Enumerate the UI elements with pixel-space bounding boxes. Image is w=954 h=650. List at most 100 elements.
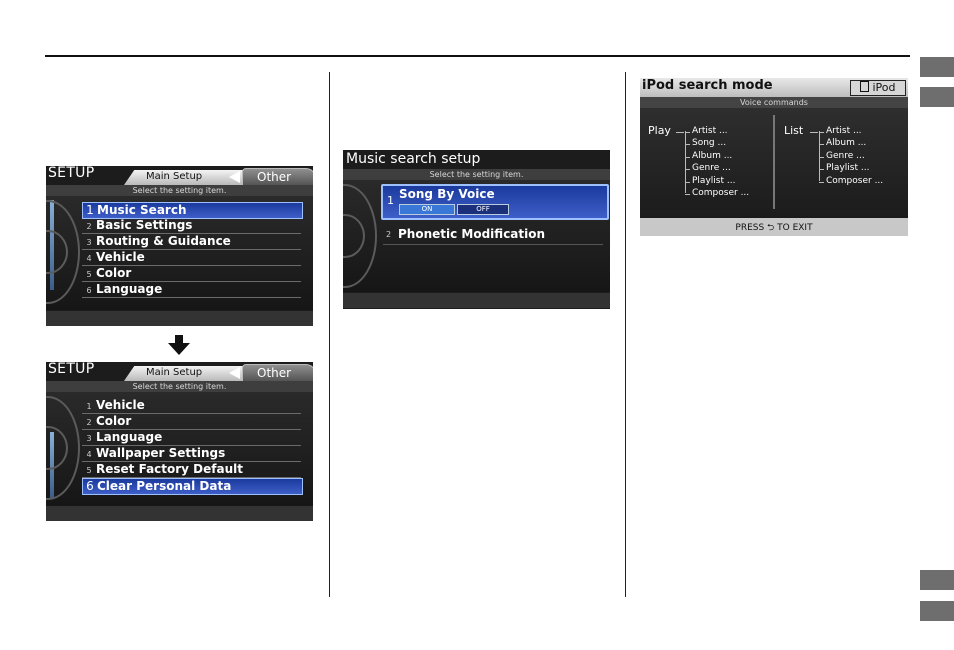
item-label: Language	[96, 282, 163, 296]
item-number: 2	[386, 230, 392, 239]
setup-menu-item[interactable]: 1 Vehicle	[82, 398, 301, 414]
list-label: List	[784, 124, 804, 137]
item-label: Vehicle	[96, 398, 145, 412]
ipod-icon	[860, 81, 870, 92]
item-label: Color	[96, 414, 132, 428]
item-number: 5	[86, 466, 92, 475]
list-command: Playlist ...	[826, 163, 870, 174]
item-number: 1	[86, 402, 92, 411]
list-command: Artist ...	[826, 126, 862, 136]
item-label: Routing & Guidance	[96, 234, 231, 248]
play-tree	[685, 131, 686, 193]
setup-title: SETUP	[48, 362, 95, 377]
play-branch	[685, 156, 690, 158]
phonetic-modification-label: Phonetic Modification	[398, 227, 546, 241]
setup-title: SETUP	[48, 166, 95, 181]
play-command: Composer ...	[692, 188, 750, 198]
arrow-down-icon	[168, 335, 190, 355]
side-tab-4[interactable]	[920, 601, 954, 621]
list-branch	[819, 144, 824, 146]
setup-menu-item[interactable]: 2 Color	[82, 414, 301, 430]
play-branch	[685, 144, 690, 146]
list-branch	[819, 132, 824, 133]
play-command: Album ...	[692, 150, 733, 161]
setup-menu-item[interactable]: 4 Vehicle	[82, 250, 301, 266]
item-number: 1	[86, 203, 94, 217]
play-branch	[685, 181, 690, 183]
setup-menu-item[interactable]: 4 Wallpaper Settings	[82, 446, 301, 462]
bottom-bar	[46, 311, 313, 326]
list-dash	[810, 132, 818, 133]
item-number: 4	[86, 254, 92, 263]
setup-menu-item[interactable]: 1 Music Search	[82, 202, 303, 219]
setup-screen-1: SETUP Main Setup Other Select the settin…	[46, 166, 313, 326]
top-rule	[45, 55, 910, 57]
play-branch	[685, 194, 690, 195]
setup-screen-2: SETUP Main Setup Other Select the settin…	[46, 362, 313, 521]
hint-text: Select the setting item.	[46, 381, 313, 392]
song-by-voice-label: Song By Voice	[399, 187, 495, 201]
item-label: Vehicle	[96, 250, 145, 264]
music-search-title: Music search setup	[346, 151, 481, 167]
list-command: Composer ...	[826, 175, 884, 186]
item-label: Music Search	[97, 203, 187, 217]
item-number: 5	[86, 270, 92, 279]
song-by-voice-item[interactable]: 1 Song By Voice ON OFF	[381, 184, 609, 220]
bottom-bar	[46, 506, 313, 521]
play-command: Genre ...	[692, 163, 731, 174]
side-tab-3[interactable]	[920, 570, 954, 590]
hint-text: Select the setting item.	[343, 169, 610, 180]
item-number: 2	[86, 222, 92, 231]
column-divider-2	[625, 72, 626, 597]
list-branch	[819, 156, 824, 158]
voice-commands-subtitle: Voice commands	[640, 97, 908, 108]
ipod-badge: iPod	[850, 80, 906, 96]
ipod-title: iPod search mode	[642, 78, 773, 93]
item-number: 3	[86, 238, 92, 247]
phonetic-modification-item[interactable]: 2 Phonetic Modification	[383, 226, 603, 245]
play-dash	[676, 132, 684, 133]
play-branch	[685, 132, 690, 133]
list-command: Album ...	[826, 138, 867, 149]
play-command: Artist ...	[692, 126, 728, 136]
on-toggle[interactable]: ON	[399, 204, 455, 215]
item-label: Basic Settings	[96, 218, 193, 232]
setup-menu-item[interactable]: 5 Color	[82, 266, 301, 282]
setup-menu-item[interactable]: 3 Routing & Guidance	[82, 234, 301, 250]
item-label: Clear Personal Data	[97, 479, 232, 493]
setup-menu-item[interactable]: 3 Language	[82, 430, 301, 446]
item-number: 3	[86, 434, 92, 443]
ipod-search-screen: iPod search mode iPod Voice commands Pla…	[640, 78, 908, 236]
bottom-bar	[343, 293, 610, 308]
exit-text: PRESS ⮌ TO EXIT	[735, 223, 813, 233]
item-number: 2	[86, 418, 92, 427]
play-command: Playlist ...	[692, 175, 736, 186]
list-branch	[819, 181, 824, 183]
column-separator	[773, 115, 775, 209]
column-divider-1	[329, 72, 330, 597]
tab-arrow-icon	[229, 367, 240, 379]
play-label: Play	[648, 124, 671, 137]
music-search-screen: Music search setup Select the setting it…	[343, 150, 610, 309]
item-number: 1	[387, 194, 394, 207]
list-command: Genre ...	[826, 150, 865, 161]
side-tab-2[interactable]	[920, 87, 954, 107]
play-branch	[685, 169, 690, 171]
item-label: Color	[96, 266, 132, 280]
list-branch	[819, 169, 824, 171]
item-number: 4	[86, 450, 92, 459]
off-toggle[interactable]: OFF	[457, 204, 509, 215]
setup-menu-item[interactable]: 6 Clear Personal Data	[82, 478, 303, 495]
side-tab-1[interactable]	[920, 57, 954, 77]
item-number: 6	[86, 479, 94, 493]
item-label: Language	[96, 430, 163, 444]
setup-menu-item[interactable]: 6 Language	[82, 282, 301, 298]
item-label: Wallpaper Settings	[96, 446, 226, 460]
item-number: 6	[86, 286, 92, 295]
play-command: Song ...	[692, 138, 727, 149]
hint-text: Select the setting item.	[46, 185, 313, 196]
tab-arrow-icon	[229, 171, 240, 183]
setup-menu-item[interactable]: 5 Reset Factory Default	[82, 462, 301, 478]
item-label: Reset Factory Default	[96, 462, 243, 476]
setup-menu-item[interactable]: 2 Basic Settings	[82, 218, 301, 234]
